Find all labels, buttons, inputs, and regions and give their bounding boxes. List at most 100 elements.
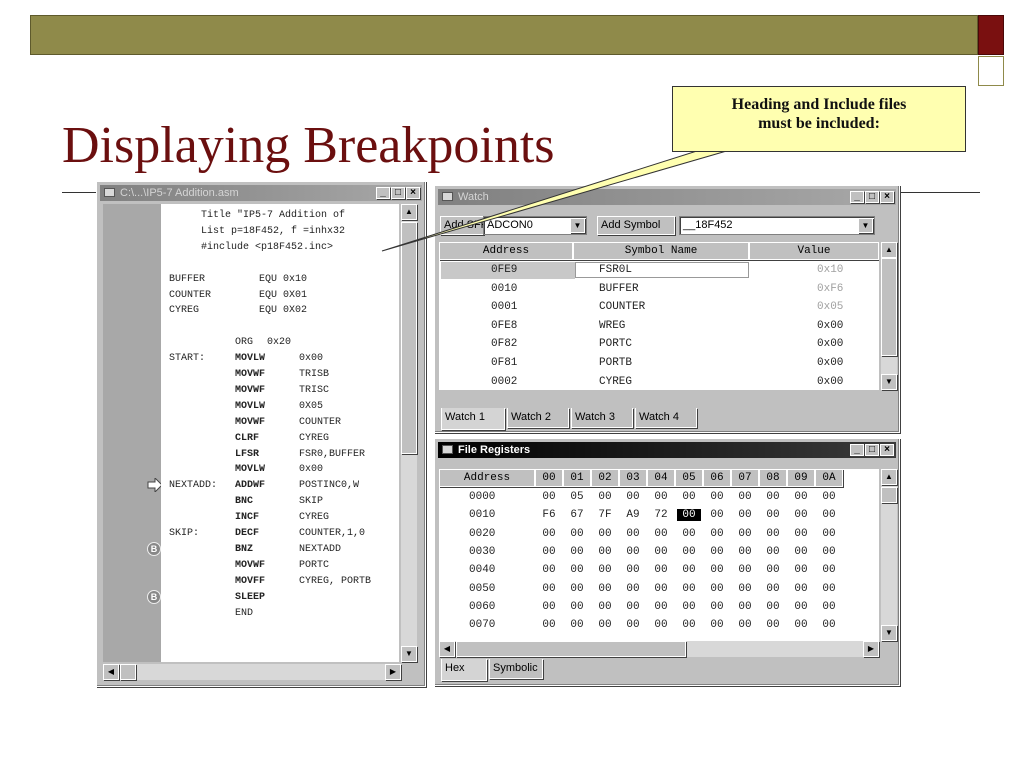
tab-watch-3[interactable]: Watch 3 <box>571 408 633 428</box>
register-cell[interactable]: 00 <box>537 491 561 503</box>
register-cell[interactable]: F6 <box>537 509 561 521</box>
watch-row-value[interactable]: 0x00 <box>817 338 843 350</box>
scroll-right-button[interactable]: ▶ <box>385 664 401 680</box>
registers-vscroll[interactable]: ▲ ▼ <box>881 469 897 641</box>
code-editor[interactable]: Title "IP5-7 Addition of List p=18F452, f… <box>161 204 399 662</box>
register-column-header[interactable]: 0A <box>815 469 843 487</box>
register-cell[interactable]: 00 <box>649 601 673 613</box>
scroll-up-button[interactable]: ▲ <box>881 242 897 258</box>
register-cell[interactable]: 00 <box>761 509 785 521</box>
watch-vscroll[interactable]: ▲ ▼ <box>881 242 897 390</box>
register-cell[interactable]: 00 <box>621 583 645 595</box>
register-cell[interactable]: 00 <box>593 619 617 631</box>
register-cell[interactable]: 00 <box>593 546 617 558</box>
watch-row-symbol[interactable]: BUFFER <box>599 283 639 295</box>
register-cell[interactable]: 00 <box>621 546 645 558</box>
chevron-down-icon[interactable]: ▼ <box>858 218 873 233</box>
register-cell[interactable]: 00 <box>817 528 841 540</box>
tab-watch-1[interactable]: Watch 1 <box>441 408 505 430</box>
register-cell[interactable]: 00 <box>733 546 757 558</box>
register-cell[interactable]: 00 <box>705 509 729 521</box>
register-cell[interactable]: 72 <box>649 509 673 521</box>
register-cell[interactable]: 00 <box>789 546 813 558</box>
register-cell[interactable]: 00 <box>677 619 701 631</box>
register-cell[interactable]: 00 <box>761 491 785 503</box>
watch-row-value[interactable]: 0xF6 <box>817 283 843 295</box>
register-cell[interactable]: 00 <box>789 564 813 576</box>
register-cell[interactable]: 00 <box>593 601 617 613</box>
registers-hscroll[interactable]: ◀ ▶ <box>439 641 879 657</box>
register-cell[interactable]: 00 <box>733 619 757 631</box>
register-cell[interactable]: 00 <box>621 528 645 540</box>
register-cell[interactable]: 00 <box>677 583 701 595</box>
register-cell[interactable]: 00 <box>593 583 617 595</box>
column-header[interactable]: Symbol Name <box>573 242 749 260</box>
scroll-down-button[interactable]: ▼ <box>881 374 897 390</box>
register-cell[interactable]: 00 <box>705 546 729 558</box>
watch-row-symbol[interactable]: PORTB <box>599 357 632 369</box>
register-cell[interactable]: 00 <box>733 509 757 521</box>
sfr-select[interactable]: ADCON0 ▼ <box>483 216 587 235</box>
minimize-button[interactable]: _ <box>376 187 390 199</box>
scroll-left-button[interactable]: ◀ <box>103 664 119 680</box>
watch-row-address[interactable]: 0FE8 <box>491 320 517 332</box>
watch-row-address[interactable]: 0010 <box>491 283 517 295</box>
register-cell[interactable]: 00 <box>733 528 757 540</box>
watch-row-value[interactable]: 0x00 <box>817 357 843 369</box>
code-vscroll[interactable]: ▲ ▼ <box>401 204 417 662</box>
register-column-header[interactable]: 09 <box>787 469 815 487</box>
register-cell[interactable]: 00 <box>649 491 673 503</box>
register-cell[interactable]: 00 <box>649 619 673 631</box>
register-cell[interactable]: 00 <box>621 619 645 631</box>
register-cell[interactable]: 00 <box>677 601 701 613</box>
register-column-header[interactable]: 04 <box>647 469 675 487</box>
watch-row-address[interactable]: 0002 <box>491 376 517 388</box>
register-cell[interactable]: 00 <box>593 564 617 576</box>
register-cell[interactable]: 00 <box>537 528 561 540</box>
register-cell[interactable]: 00 <box>761 601 785 613</box>
register-cell[interactable]: 00 <box>565 564 589 576</box>
register-cell[interactable]: 00 <box>817 583 841 595</box>
register-cell[interactable]: 00 <box>761 528 785 540</box>
close-button[interactable]: × <box>880 191 894 203</box>
register-cell[interactable]: 00 <box>649 583 673 595</box>
watch-row-address[interactable]: 0F82 <box>491 338 517 350</box>
register-cell[interactable]: 00 <box>705 601 729 613</box>
register-cell[interactable]: 00 <box>537 564 561 576</box>
register-cell[interactable]: 00 <box>677 509 701 522</box>
scroll-up-button[interactable]: ▲ <box>401 204 417 220</box>
register-cell[interactable]: 00 <box>817 564 841 576</box>
scroll-up-button[interactable]: ▲ <box>881 469 897 485</box>
close-button[interactable]: × <box>406 187 420 199</box>
register-cell[interactable]: 00 <box>649 546 673 558</box>
tab-hex[interactable]: Hex <box>441 659 487 681</box>
register-cell[interactable]: 00 <box>621 564 645 576</box>
register-cell[interactable]: 00 <box>761 583 785 595</box>
watch-row-address[interactable]: 0001 <box>491 301 517 313</box>
register-cell[interactable]: 00 <box>761 619 785 631</box>
register-cell[interactable]: 00 <box>705 583 729 595</box>
watch-row-symbol[interactable]: PORTC <box>599 338 632 350</box>
watch-row-value[interactable]: 0x00 <box>817 376 843 388</box>
register-cell[interactable]: 00 <box>565 601 589 613</box>
code-window-titlebar[interactable]: C:\...\IP5-7 Addition.asm _ □ × <box>100 185 422 201</box>
register-cell[interactable]: 00 <box>537 546 561 558</box>
tab-watch-4[interactable]: Watch 4 <box>635 408 697 428</box>
breakpoint-icon[interactable]: B <box>147 541 161 556</box>
register-cell[interactable]: 00 <box>705 619 729 631</box>
register-cell[interactable]: 00 <box>733 601 757 613</box>
minimize-button[interactable]: _ <box>850 444 864 456</box>
maximize-button[interactable]: □ <box>865 444 879 456</box>
register-cell[interactable]: 00 <box>537 619 561 631</box>
register-cell[interactable]: 00 <box>677 564 701 576</box>
register-column-header[interactable]: Address <box>439 469 535 487</box>
register-cell[interactable]: 00 <box>817 619 841 631</box>
register-cell[interactable]: 05 <box>565 491 589 503</box>
register-cell[interactable]: 00 <box>537 583 561 595</box>
register-cell[interactable]: 67 <box>565 509 589 521</box>
hscroll-thumb[interactable] <box>456 641 686 657</box>
register-cell[interactable]: 00 <box>649 564 673 576</box>
register-cell[interactable]: 00 <box>649 528 673 540</box>
register-cell[interactable]: 00 <box>705 528 729 540</box>
register-column-header[interactable]: 00 <box>535 469 563 487</box>
